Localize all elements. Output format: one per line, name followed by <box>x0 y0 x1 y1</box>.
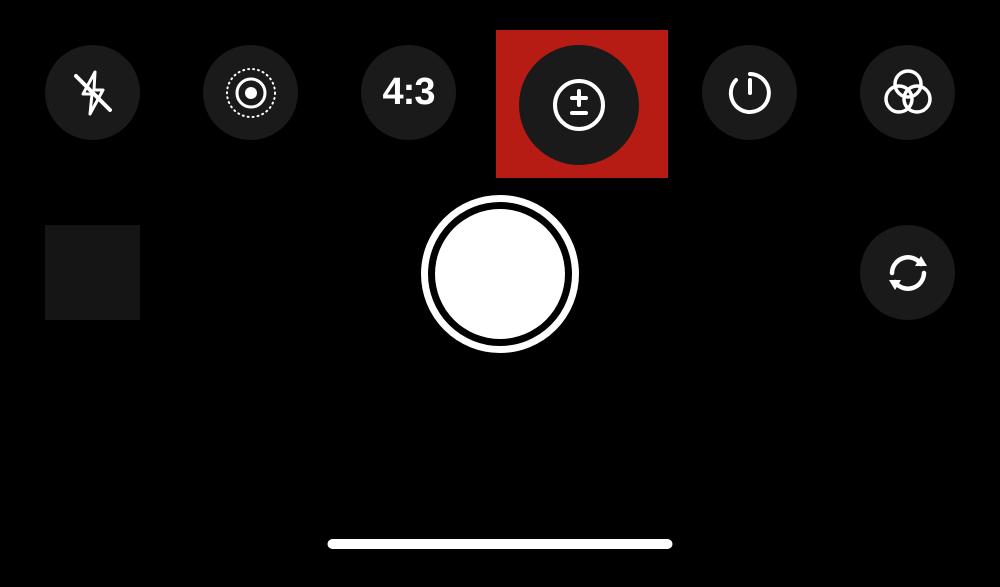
exposure-icon <box>550 76 608 134</box>
live-photo-icon <box>224 66 278 120</box>
home-indicator[interactable] <box>328 539 673 549</box>
live-photo-button[interactable] <box>203 45 298 140</box>
shutter-button[interactable] <box>421 195 579 353</box>
timer-icon <box>725 68 775 118</box>
aspect-ratio-button[interactable]: 4:3 <box>361 45 456 140</box>
camera-switch-icon <box>881 246 935 300</box>
flash-button[interactable] <box>45 45 140 140</box>
timer-button[interactable] <box>702 45 797 140</box>
exposure-button[interactable] <box>519 45 639 165</box>
shutter-inner-icon <box>435 209 565 339</box>
filters-button[interactable] <box>860 45 955 140</box>
flash-off-icon <box>68 68 118 118</box>
camera-toolbar: 4:3 <box>0 45 1000 165</box>
switch-camera-button[interactable] <box>860 225 955 320</box>
aspect-ratio-label: 4:3 <box>383 71 435 114</box>
last-photo-thumbnail[interactable] <box>45 225 140 320</box>
filters-icon <box>882 67 934 119</box>
